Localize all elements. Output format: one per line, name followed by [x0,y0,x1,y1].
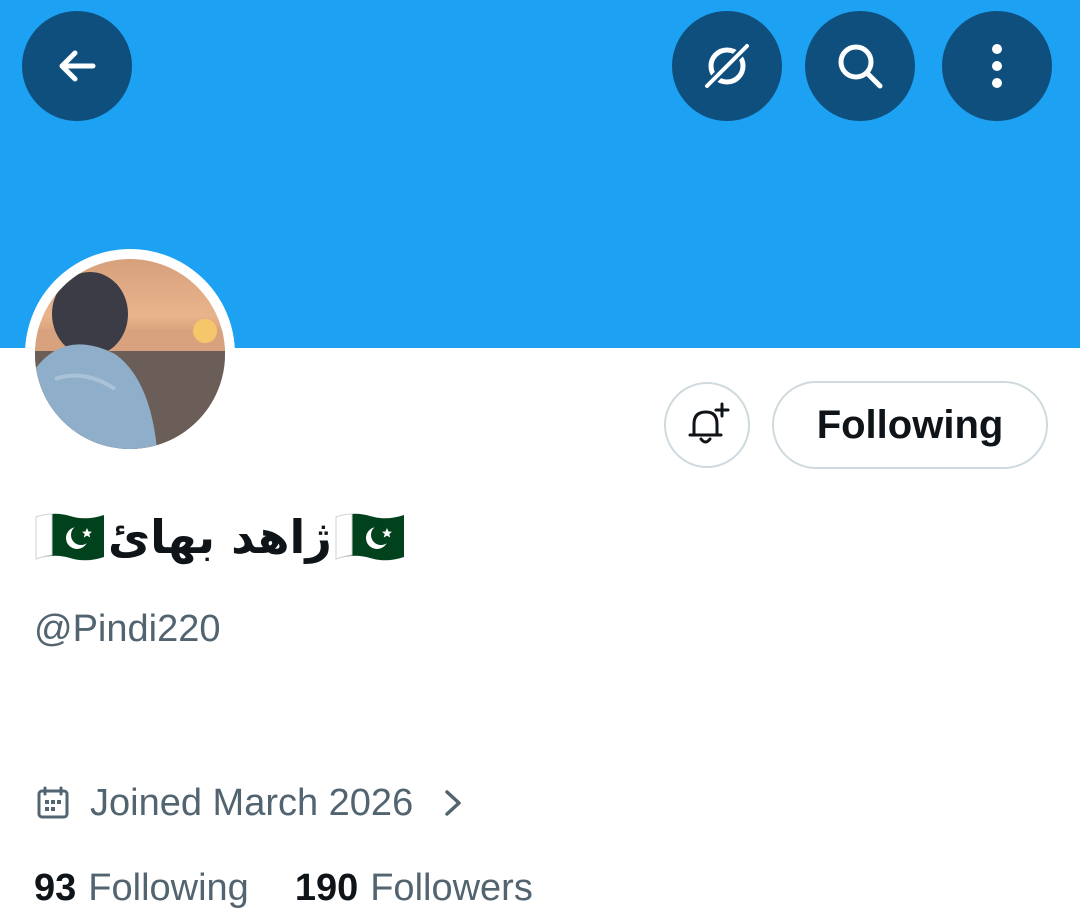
avatar-frame[interactable] [25,249,235,459]
pakistan-flag-icon [35,513,104,561]
following-button[interactable]: Following [772,381,1048,469]
back-button[interactable] [22,11,132,121]
grok-button[interactable] [672,11,782,121]
follow-stats: 93 Following 190 Followers [34,862,533,914]
grok-icon [700,39,754,93]
followers-label: Followers [370,866,533,909]
joined-date-row[interactable]: Joined March 2026 [36,778,467,828]
arrow-left-icon [59,50,96,82]
chevron-right-icon [445,790,461,816]
username-handle: @Pindi220 [34,608,221,650]
avatar[interactable] [35,259,225,449]
following-count-link[interactable]: 93 Following [34,867,249,910]
more-vertical-icon [992,44,1002,88]
search-button[interactable] [805,11,915,121]
search-icon [838,44,883,89]
more-options-button[interactable] [942,11,1052,121]
followers-count: 190 [294,866,359,909]
followers-count-link[interactable]: 190 Followers [295,867,533,910]
display-name-text: ژاهد بھائ [108,510,332,564]
joined-date: Joined March 2026 [90,781,414,824]
bell-plus-icon [688,402,730,444]
following-label: Following [88,866,249,909]
calendar-icon [37,786,69,819]
pakistan-flag-icon [335,513,404,561]
notify-button[interactable] [664,382,750,468]
display-name: ژاهد بھائ [34,502,406,572]
following-count: 93 [34,866,77,909]
avatar-photo [35,272,225,449]
